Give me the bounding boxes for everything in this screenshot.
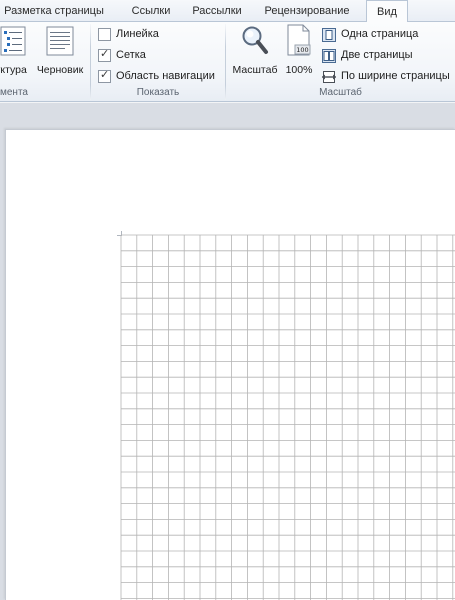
magnifier-icon [242, 26, 268, 54]
tab-mailings[interactable]: Рассылки [188, 0, 246, 22]
two-pages-icon [322, 49, 336, 63]
tab-page-layout[interactable]: Разметка страницы [0, 0, 108, 22]
ruler-checkbox-row[interactable]: Линейка [98, 27, 218, 43]
gridlines-label: Сетка [116, 49, 146, 61]
document-page[interactable] [5, 129, 455, 600]
one-page-button[interactable]: Одна страница [322, 27, 454, 44]
tab-review[interactable]: Рецензирование [258, 0, 356, 22]
zoom-label: Масштаб [232, 64, 278, 76]
group-separator [90, 24, 91, 100]
navigation-pane-label: Область навигации [116, 70, 215, 82]
ruler-checkbox[interactable] [98, 28, 111, 41]
document-views-group-label: мента [0, 87, 28, 98]
zoom-100-label: 100% [285, 64, 313, 76]
checkmark-icon: ✓ [100, 47, 110, 60]
ruler-label: Линейка [116, 28, 159, 40]
ribbon-tab-bar: Разметка страницы Ссылки Рассылки Реценз… [0, 0, 455, 23]
draft-label: Черновик [36, 64, 84, 76]
draft-icon [46, 26, 74, 56]
show-group-label: Показать [136, 87, 180, 98]
one-page-label: Одна страница [341, 28, 419, 40]
page-width-label: По ширине страницы [341, 70, 450, 82]
two-pages-label: Две страницы [341, 49, 413, 61]
gridlines-checkbox-row[interactable]: ✓ Сетка [98, 47, 218, 64]
outline-label: уктура [0, 64, 27, 76]
page-width-icon [322, 71, 336, 83]
one-page-icon [322, 28, 336, 42]
page-100-icon: 100 [287, 24, 311, 56]
outline-button[interactable]: уктура [0, 24, 32, 80]
zoom-100-button[interactable]: 100 100% [282, 24, 316, 80]
outline-icon [0, 26, 26, 56]
gridlines-checkbox[interactable]: ✓ [98, 47, 111, 62]
gridlines [120, 234, 455, 600]
document-workspace [0, 103, 455, 600]
svg-text:100: 100 [296, 46, 308, 54]
two-pages-button[interactable]: Две страницы [322, 48, 454, 65]
zoom-button[interactable]: Масштаб [228, 24, 282, 80]
zoom-group-label: Масштаб [319, 87, 362, 98]
navigation-pane-checkbox-row[interactable]: ✓ Область навигации [98, 68, 222, 85]
navigation-pane-checkbox[interactable]: ✓ [98, 68, 111, 83]
checkmark-icon: ✓ [100, 68, 110, 81]
tab-references[interactable]: Ссылки [126, 0, 176, 22]
page-width-button[interactable]: По ширине страницы [322, 69, 454, 86]
ribbon-view: уктура Черновик мента Линейка ✓ Сетка ✓ … [0, 22, 455, 102]
tab-view[interactable]: Вид [366, 0, 408, 23]
draft-button[interactable]: Черновик [33, 24, 87, 80]
